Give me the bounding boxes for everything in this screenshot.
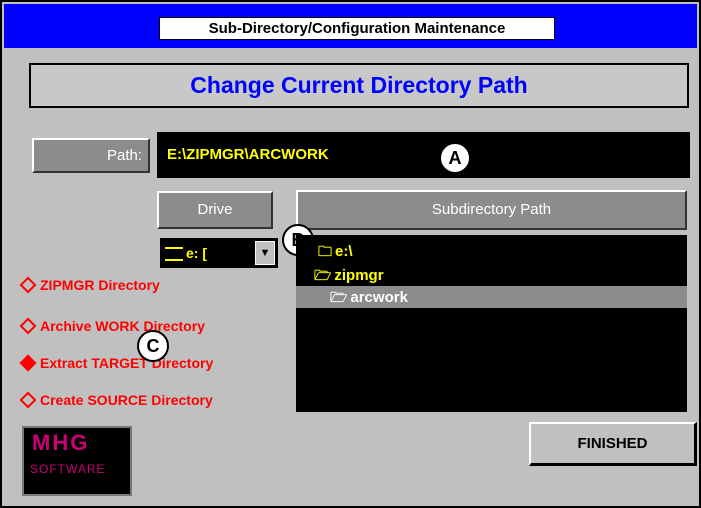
callout-c: C [137, 330, 169, 362]
drive-icon [165, 247, 183, 262]
dropdown-arrow-icon[interactable]: ▼ [255, 241, 275, 265]
title-bar: Sub-Directory/Configuration Maintenance [4, 4, 697, 48]
list-item-selected[interactable]: 🗁 arcwork [296, 286, 687, 308]
current-path-value: E:\ZIPMGR\ARCWORK [167, 146, 329, 163]
company-logo: MHG SOFTWARE [22, 426, 132, 496]
path-button[interactable]: Path: [32, 138, 150, 173]
callout-a: A [439, 142, 471, 174]
radio-icon [19, 391, 37, 409]
subdirectory-list[interactable]: 🗀 e:\ 🗁 zipmgr 🗁 arcwork [296, 235, 687, 412]
folder-open-icon: 🗁 [314, 267, 332, 283]
maintenance-window: Sub-Directory/Configuration Maintenance … [0, 0, 701, 508]
radio-icon [19, 276, 37, 294]
finished-button[interactable]: FINISHED [529, 422, 697, 466]
list-item[interactable]: 🗁 zipmgr [296, 264, 701, 286]
logo-text: MHG [32, 430, 90, 455]
list-item[interactable]: 🗀 e:\ [296, 240, 701, 262]
radio-icon-selected [19, 354, 37, 372]
radio-archive-work-directory[interactable]: Archive WORK Directory [19, 315, 205, 337]
window-title: Sub-Directory/Configuration Maintenance [159, 17, 555, 40]
radio-extract-target-directory[interactable]: Extract TARGET Directory [19, 352, 213, 374]
radio-icon [19, 317, 37, 335]
radio-create-source-directory[interactable]: Create SOURCE Directory [19, 389, 213, 411]
panel-heading: Change Current Directory Path [29, 63, 689, 108]
current-path-field: E:\ZIPMGR\ARCWORK [157, 132, 690, 178]
drive-button[interactable]: Drive [157, 191, 273, 229]
logo-subtext: SOFTWARE [30, 462, 106, 476]
subdirectory-path-button[interactable]: Subdirectory Path [296, 190, 687, 230]
folder-open-icon: 🗁 [330, 289, 348, 305]
drive-dropdown[interactable]: e: [ ▼ [160, 238, 278, 268]
drive-selected-value: e: [ [165, 242, 207, 264]
folder-open-icon: 🗀 [318, 243, 332, 259]
radio-zipmgr-directory[interactable]: ZIPMGR Directory [19, 274, 160, 296]
